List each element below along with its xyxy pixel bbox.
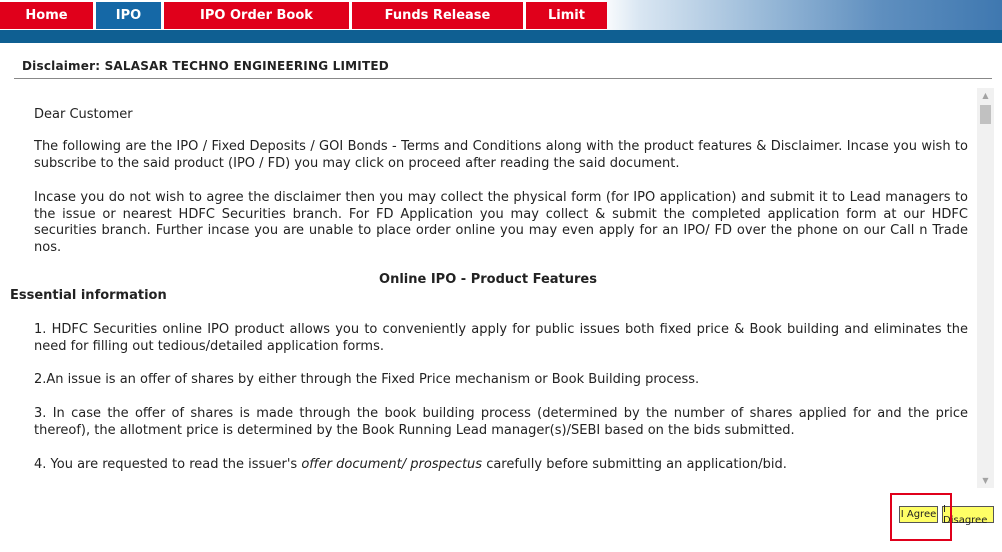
list-item: 3. In case the offer of shares is made t…	[34, 406, 968, 438]
nav-underline-bar	[0, 30, 1002, 43]
greeting-text: Dear Customer	[34, 107, 133, 122]
item4-suffix: carefully before submitting an applicati…	[482, 457, 787, 472]
tab-funds-release[interactable]: Funds Release	[352, 2, 523, 29]
disclaimer-content: Dear Customer The following are the IPO …	[0, 88, 976, 488]
essential-heading: Essential information	[10, 288, 167, 303]
alternative-paragraph: Incase you do not wish to agree the disc…	[34, 190, 968, 255]
offer-document-text: offer document/ prospectus	[301, 457, 483, 472]
list-item: 4. You are requested to read the issuer'…	[34, 457, 968, 474]
features-heading: Online IPO - Product Features	[379, 272, 597, 287]
tab-ipo-order-book[interactable]: IPO Order Book	[164, 2, 349, 29]
tab-ipo[interactable]: IPO	[96, 2, 161, 29]
disagree-button[interactable]: I Disagree	[942, 504, 994, 526]
top-nav: Home IPO IPO Order Book Funds Release Li…	[0, 0, 1002, 30]
agree-button[interactable]: I Agree	[899, 506, 938, 523]
intro-paragraph: The following are the IPO / Fixed Deposi…	[34, 139, 968, 171]
scroll-down-arrow-icon[interactable]: ▼	[977, 473, 994, 488]
list-item: 2.An issue is an offer of shares by eith…	[34, 372, 700, 387]
scroll-up-arrow-icon[interactable]: ▲	[977, 88, 994, 103]
item4-prefix: 4. You are requested to read the issuer'…	[34, 457, 302, 472]
tab-home[interactable]: Home	[0, 2, 93, 29]
tab-limit[interactable]: Limit	[526, 2, 607, 29]
list-item: 1. HDFC Securities online IPO product al…	[34, 322, 968, 354]
scrollbar-thumb[interactable]	[980, 105, 991, 124]
divider	[14, 78, 992, 79]
vertical-scrollbar[interactable]: ▲ ▼	[977, 88, 994, 488]
disclaimer-title: Disclaimer: SALASAR TECHNO ENGINEERING L…	[22, 59, 389, 73]
